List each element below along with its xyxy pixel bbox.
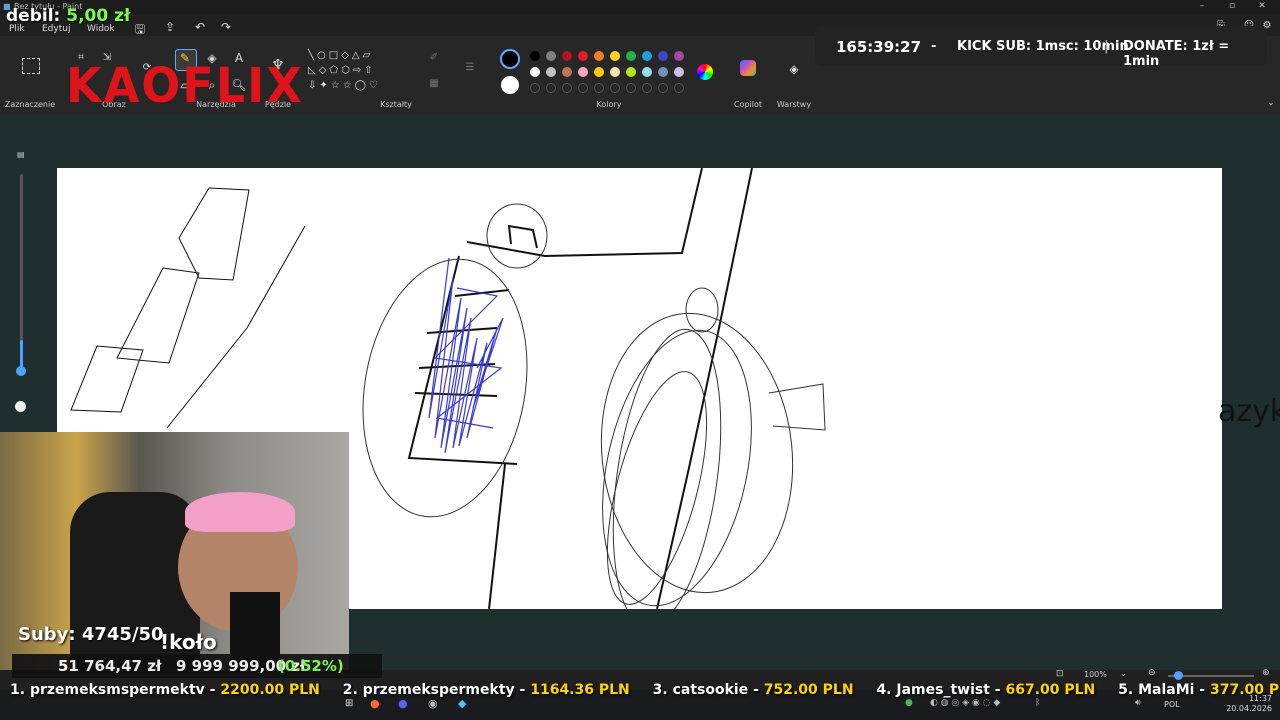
blue-scribble xyxy=(428,257,504,454)
group-label-colors: Kolory xyxy=(596,100,622,109)
slider-top-icon: ▤ xyxy=(17,150,25,159)
secondary-color[interactable] xyxy=(501,76,519,94)
color-swatch[interactable] xyxy=(626,51,636,61)
bunny-headphones xyxy=(185,492,295,532)
color-swatch[interactable] xyxy=(578,67,588,77)
color-swatch[interactable] xyxy=(562,67,572,77)
color-swatch[interactable] xyxy=(610,51,620,61)
undo-icon[interactable]: ↶ xyxy=(191,20,209,34)
opacity-icon[interactable] xyxy=(15,401,26,412)
color-swatch[interactable] xyxy=(546,51,556,61)
leaderboard-entry: 4. James_twist - 667.00 PLN xyxy=(876,682,1096,698)
custom-color-slot[interactable] xyxy=(578,83,588,93)
fill-style-icon[interactable]: ▦ xyxy=(425,78,443,89)
donate-rate: DONATE: 1zł = 1min xyxy=(1123,39,1230,69)
donation-amount: 5,00 zł xyxy=(66,6,131,26)
group-label-selection: Zaznaczenie xyxy=(4,100,56,109)
color-swatch[interactable] xyxy=(642,67,652,77)
canvas-side-text: azyk xyxy=(1218,394,1280,429)
color-swatch[interactable] xyxy=(594,67,604,77)
zoom-in-icon[interactable]: ⊕ xyxy=(1262,668,1270,678)
custom-color-slot[interactable] xyxy=(562,83,572,93)
color-swatch[interactable] xyxy=(530,67,540,77)
left-sketch xyxy=(70,187,306,429)
share-icon[interactable]: ⇪ xyxy=(161,20,179,34)
leaderboard-entry: 2. przemekspermekty - 1164.36 PLN xyxy=(342,682,630,698)
custom-color-slot[interactable] xyxy=(594,83,604,93)
brush-size-slider[interactable]: ▤ xyxy=(13,150,29,380)
selection-icon[interactable] xyxy=(22,58,40,74)
title-bar: ■ Bez tytułu - Paint – ▫ ✕ xyxy=(0,0,1280,14)
color-swatch[interactable] xyxy=(658,67,668,77)
custom-color-slot[interactable] xyxy=(642,83,652,93)
rate-separator: | xyxy=(1104,39,1109,54)
timer-separator: - xyxy=(931,39,937,54)
group-label-layers: Warstwy xyxy=(776,100,812,109)
leaderboard-entry: 5. MalaMi - 377.00 PLN xyxy=(1118,682,1280,698)
group-label-copilot: Copilot xyxy=(733,100,763,109)
color-swatch[interactable] xyxy=(674,51,684,61)
close-button[interactable]: ✕ xyxy=(1252,1,1272,11)
layers-icon[interactable]: ◈ xyxy=(785,62,803,76)
goal-percent: (0.52%) xyxy=(278,657,344,675)
donation-leaderboard: 1. przemeksmspermektv - 2200.00 PLN 2. p… xyxy=(0,682,1280,704)
color-swatch[interactable] xyxy=(546,67,556,77)
zoom-out-icon[interactable]: ⊖ xyxy=(1148,668,1156,678)
color-swatch[interactable] xyxy=(578,51,588,61)
leaderboard-entry: 1. przemeksmspermektv - 2200.00 PLN xyxy=(10,682,320,698)
color-swatch[interactable] xyxy=(610,67,620,77)
redo-icon[interactable]: ↷ xyxy=(217,20,235,34)
size-icon[interactable]: ☰ xyxy=(461,62,479,73)
custom-color-slot[interactable] xyxy=(546,83,556,93)
custom-color-slot[interactable] xyxy=(674,83,684,93)
donation-goal-bar: 51 764,47 zł 9 999 999,00 zł (0.52%) xyxy=(12,654,382,678)
outline-icon[interactable]: ✐ xyxy=(425,52,443,63)
goal-current: 51 764,47 zł xyxy=(58,657,162,675)
minimize-button[interactable]: – xyxy=(1192,1,1212,11)
fit-icon[interactable]: ⊡ xyxy=(1056,669,1064,679)
main-sketch xyxy=(407,168,753,609)
zoom-dropdown-icon[interactable]: ⌄ xyxy=(1120,669,1127,678)
color-swatch[interactable] xyxy=(626,67,636,77)
collapse-ribbon-icon[interactable]: ⌄ xyxy=(1262,98,1280,108)
shapes-gallery[interactable]: ╲○□◇△▱ ◺◇⬠⬡⇨⇧ ⇩✦☆☆◯♡ xyxy=(308,48,414,98)
slider-thumb[interactable] xyxy=(16,366,26,376)
color-swatch[interactable] xyxy=(530,51,540,61)
timer: 165:39:27 xyxy=(836,38,922,56)
subs-counter: Suby: 4745/50 xyxy=(18,624,164,645)
wheel-command: !koło xyxy=(160,630,217,654)
ovals xyxy=(362,203,826,609)
maximize-button[interactable]: ▫ xyxy=(1222,1,1242,11)
donation-label: debil: xyxy=(6,6,61,26)
color-wheel-icon[interactable] xyxy=(697,64,713,80)
color-swatch[interactable] xyxy=(658,51,668,61)
copilot-icon[interactable] xyxy=(740,60,756,76)
kick-sub-rate: KICK SUB: 1msc: 10min xyxy=(957,39,1129,54)
color-swatch[interactable] xyxy=(642,51,652,61)
leaderboard-entry: 3. catsookie - 752.00 PLN xyxy=(652,682,854,698)
color-swatch[interactable] xyxy=(594,51,604,61)
primary-color[interactable] xyxy=(500,49,520,69)
custom-color-slot[interactable] xyxy=(530,83,540,93)
kaoflix-logo: KAOFLIX xyxy=(66,56,304,114)
group-label-shapes: Kształty xyxy=(380,100,412,109)
custom-color-slot[interactable] xyxy=(658,83,668,93)
subathon-timer-box: 165:39:27 - KICK SUB: 1msc: 10min | DONA… xyxy=(815,26,1267,69)
zoom-value[interactable]: 100% xyxy=(1084,670,1107,679)
clock-date: 20.04.2026 xyxy=(1226,704,1272,713)
last-donation: debil: 5,00 zł xyxy=(6,6,130,26)
custom-color-slot[interactable] xyxy=(610,83,620,93)
color-swatch[interactable] xyxy=(674,67,684,77)
color-swatch[interactable] xyxy=(562,51,572,61)
custom-color-slot[interactable] xyxy=(626,83,636,93)
zoom-slider-thumb[interactable] xyxy=(1174,671,1183,680)
